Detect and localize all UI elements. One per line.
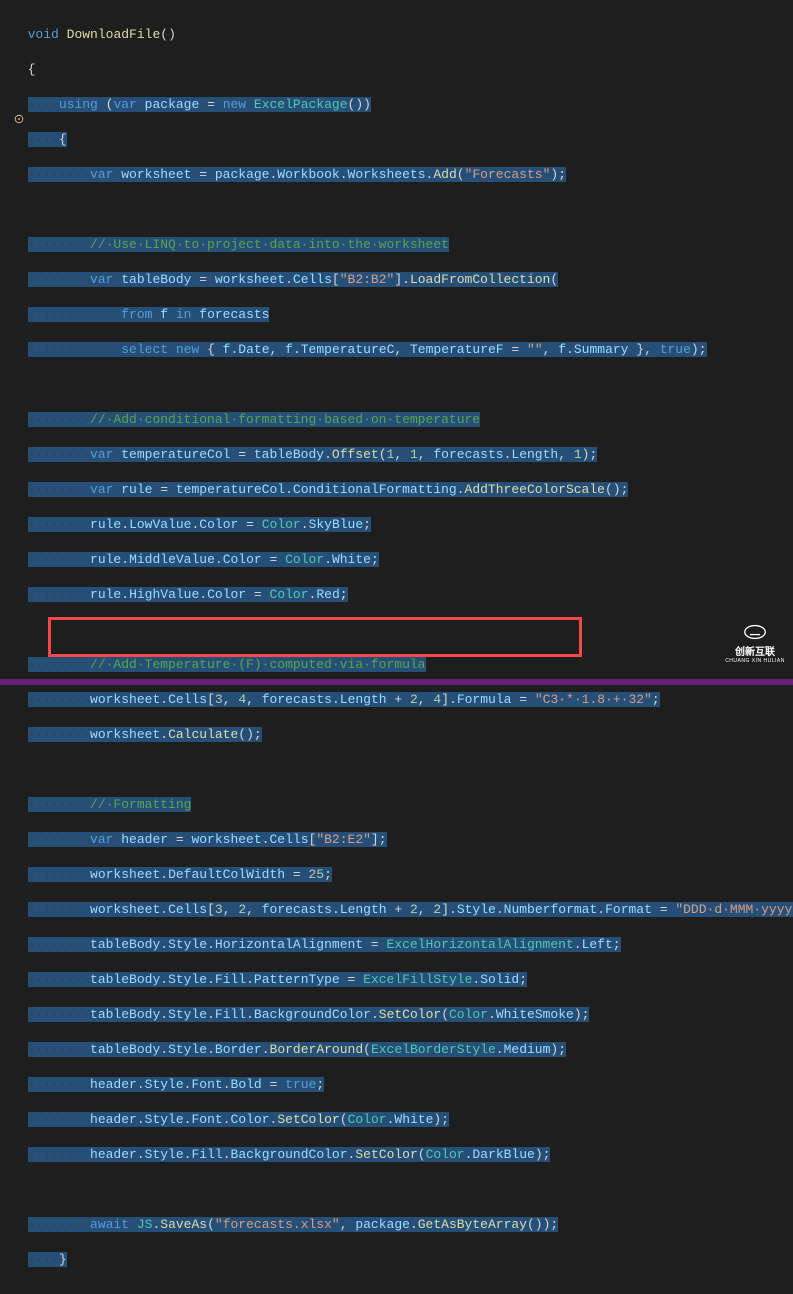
code-line[interactable]: ········tableBody.Style.Fill.PatternType… (12, 971, 793, 989)
code-line[interactable]: ········var temperatureCol = tableBody.O… (12, 446, 793, 464)
code-line[interactable]: ········rule.MiddleValue.Color = Color.W… (12, 551, 793, 569)
code-line[interactable]: ········var header = worksheet.Cells["B2… (12, 831, 793, 849)
code-line[interactable]: void DownloadFile() (12, 26, 793, 44)
code-line[interactable]: ········var rule = temperatureCol.Condit… (12, 481, 793, 499)
watermark-logo: 创新互联 CHUANG XIN HULIAN (723, 623, 787, 655)
status-bar (0, 679, 793, 685)
code-line[interactable]: ········header.Style.Font.Color.SetColor… (12, 1111, 793, 1129)
code-line[interactable]: ········header.Style.Fill.BackgroundColo… (12, 1146, 793, 1164)
code-line[interactable]: ········tableBody.Style.Border.BorderAro… (12, 1041, 793, 1059)
code-line[interactable] (12, 201, 793, 219)
code-line[interactable]: ········//·Use·LINQ·to·project·data·into… (12, 236, 793, 254)
code-line[interactable] (12, 376, 793, 394)
code-line[interactable]: ············from f in forecasts (12, 306, 793, 324)
code-line[interactable]: ········//·Add·conditional·formatting·ba… (12, 411, 793, 429)
code-line[interactable]: ········rule.LowValue.Color = Color.SkyB… (12, 516, 793, 534)
code-line[interactable] (12, 1181, 793, 1199)
code-line[interactable]: ········worksheet.Cells[3, 4, forecasts.… (12, 691, 793, 709)
code-line[interactable]: ········worksheet.Cells[3, 2, forecasts.… (12, 901, 793, 919)
code-line[interactable]: ····using (var package = new ExcelPackag… (12, 96, 793, 114)
code-line[interactable]: ········//·Add·Temperature·(F)·computed·… (12, 656, 793, 674)
code-line[interactable] (12, 761, 793, 779)
code-line[interactable]: ········worksheet.DefaultColWidth = 25; (12, 866, 793, 884)
code-line[interactable]: ····{ (12, 131, 793, 149)
code-line[interactable]: ············select new { f.Date, f.Tempe… (12, 341, 793, 359)
code-line[interactable]: ········var tableBody = worksheet.Cells[… (12, 271, 793, 289)
code-line[interactable]: ········worksheet.Calculate(); (12, 726, 793, 744)
code-editor[interactable]: void DownloadFile() { ····using (var pac… (0, 0, 793, 1294)
code-line[interactable] (12, 621, 793, 639)
code-line[interactable]: ········var worksheet = package.Workbook… (12, 166, 793, 184)
code-line[interactable]: ········rule.HighValue.Color = Color.Red… (12, 586, 793, 604)
logo-text: 创新互联 (723, 643, 787, 658)
code-line[interactable]: ········tableBody.Style.Fill.BackgroundC… (12, 1006, 793, 1024)
logo-sub: CHUANG XIN HULIAN (723, 658, 787, 664)
code-line[interactable]: { (12, 61, 793, 79)
warning-icon (14, 113, 24, 123)
code-line[interactable]: ····} (12, 1251, 793, 1269)
code-line[interactable]: ········await JS.SaveAs("forecasts.xlsx"… (12, 1216, 793, 1234)
code-line[interactable]: ········header.Style.Font.Bold = true; (12, 1076, 793, 1094)
code-line[interactable]: ········tableBody.Style.HorizontalAlignm… (12, 936, 793, 954)
code-line[interactable]: ········//·Formatting (12, 796, 793, 814)
